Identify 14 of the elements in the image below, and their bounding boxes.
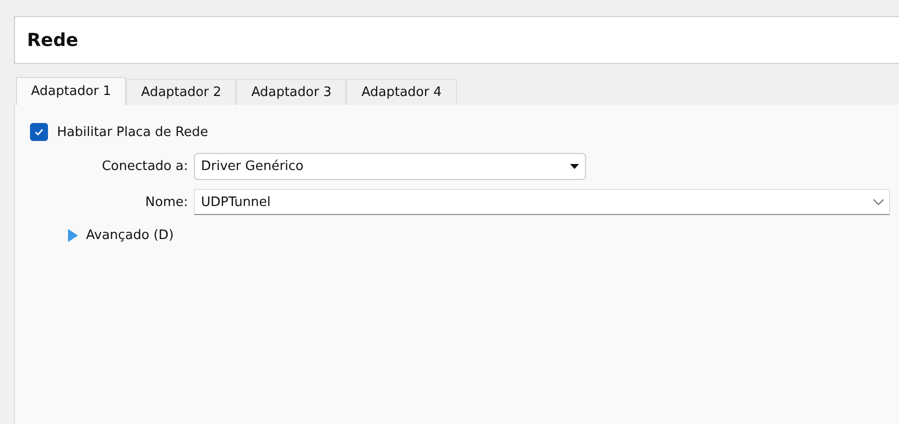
combo-field[interactable]: UDPTunnel [194, 189, 890, 215]
advanced-toggle[interactable]: Avançado (D) [68, 228, 174, 243]
checkbox-label: Habilitar Placa de Rede [57, 124, 208, 140]
field-label: Nome: [144, 194, 188, 210]
dropdown[interactable]: Driver Genérico [194, 153, 586, 180]
tab[interactable]: Adaptador 1 [16, 77, 126, 105]
tab[interactable]: Adaptador 2 [126, 79, 236, 105]
field-label: Conectado a: [100, 159, 188, 174]
section-title: Rede [27, 30, 78, 50]
chevron-down-icon [873, 199, 884, 205]
dropdown-arrow-icon [570, 164, 579, 169]
tab[interactable]: Adaptador 4 [346, 79, 457, 105]
tab[interactable]: Adaptador 3 [236, 79, 346, 105]
checkbox[interactable] [30, 123, 48, 141]
